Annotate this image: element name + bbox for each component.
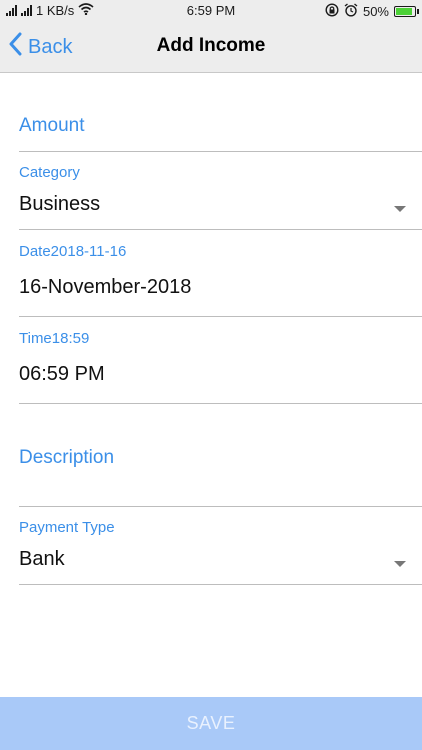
navigation-bar: Back Add Income xyxy=(0,22,422,73)
caret-down-icon xyxy=(394,561,406,567)
category-label: Category xyxy=(19,164,80,181)
time-underline xyxy=(19,403,422,404)
category-select[interactable]: Category Business xyxy=(19,164,422,230)
date-field[interactable]: Date2018-11-16 16-November-2018 xyxy=(19,243,422,317)
amount-field[interactable]: Amount xyxy=(19,115,422,137)
description-underline xyxy=(19,506,422,507)
payment-type-underline xyxy=(19,584,422,585)
rotation-lock-icon xyxy=(325,3,339,20)
battery-percent: 50% xyxy=(362,4,389,19)
category-value: Business xyxy=(19,193,101,215)
add-income-screen: 1 KB/s 6:59 PM 50% Back Add Income Amoun… xyxy=(0,0,422,750)
date-underline xyxy=(19,316,422,317)
caret-down-icon xyxy=(394,206,406,212)
date-value: 16-November-2018 xyxy=(19,276,192,298)
payment-type-label: Payment Type xyxy=(19,519,115,536)
payment-type-select[interactable]: Payment Type Bank xyxy=(19,519,422,585)
description-placeholder: Description xyxy=(19,447,115,468)
description-field[interactable]: Description xyxy=(19,447,422,505)
time-field[interactable]: Time18:59 06:59 PM xyxy=(19,330,422,404)
save-button[interactable]: SAVE xyxy=(0,697,422,750)
payment-type-value: Bank xyxy=(19,548,65,570)
battery-charging-icon xyxy=(394,6,419,17)
amount-underline xyxy=(19,151,422,152)
status-bar: 1 KB/s 6:59 PM 50% xyxy=(0,0,422,22)
time-value: 06:59 PM xyxy=(19,363,105,385)
status-right: 50% xyxy=(325,3,419,20)
page-title: Add Income xyxy=(156,35,266,56)
alarm-icon xyxy=(344,3,358,20)
time-label: Time18:59 xyxy=(19,330,90,347)
category-underline xyxy=(19,229,422,230)
amount-placeholder: Amount xyxy=(19,115,85,136)
date-label: Date2018-11-16 xyxy=(19,243,127,260)
